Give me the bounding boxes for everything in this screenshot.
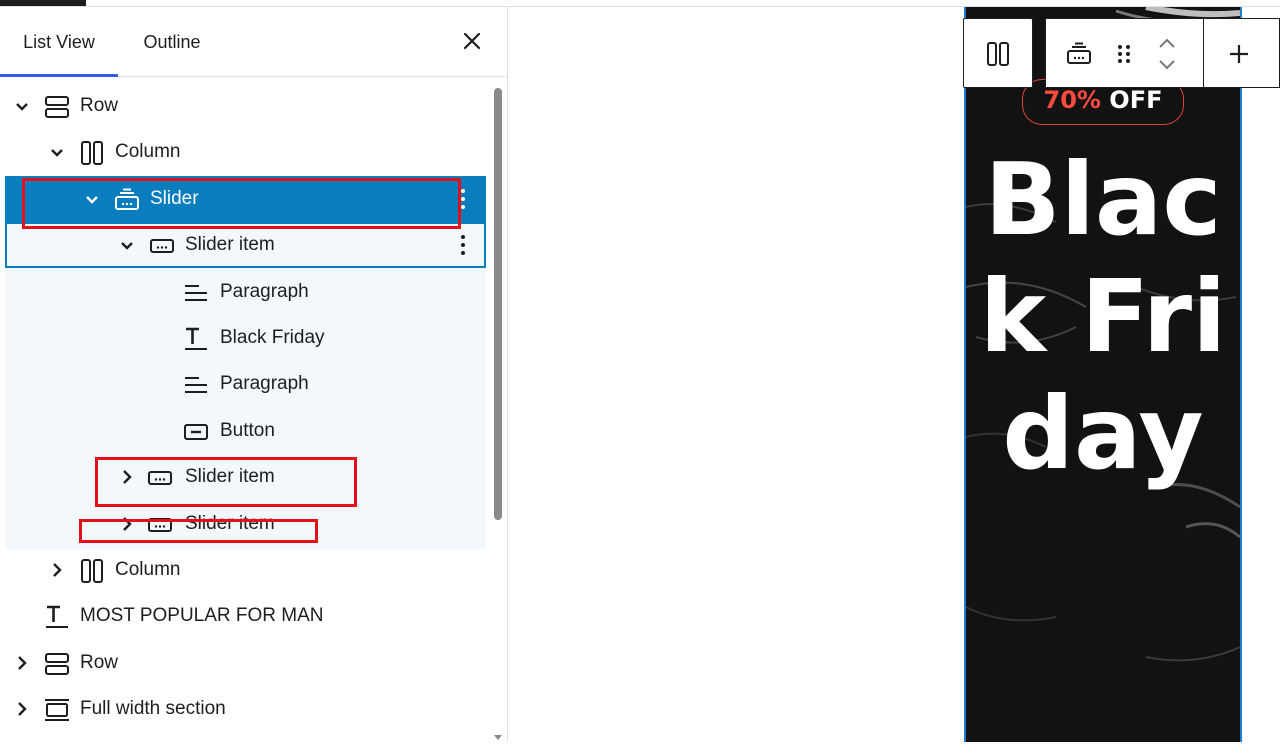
tree-item-label: Paragraph bbox=[220, 281, 309, 302]
more-options-icon[interactable] bbox=[453, 187, 473, 211]
tree-item-label: Black Friday bbox=[220, 327, 325, 348]
paragraph-icon bbox=[183, 280, 209, 306]
tree-item-row[interactable]: Row bbox=[5, 83, 486, 129]
slider-block-preview[interactable]: 70% OFF Black Friday bbox=[964, 7, 1242, 742]
tree-item-slider-item[interactable]: Slider item bbox=[5, 222, 486, 268]
tree-item-label: Slider bbox=[150, 188, 199, 209]
chevron-down-icon[interactable] bbox=[12, 96, 32, 116]
discount-off-label: OFF bbox=[1100, 86, 1163, 114]
tree-item-heading[interactable]: MOST POPULAR FOR MAN bbox=[5, 593, 486, 639]
heading-icon bbox=[44, 604, 70, 630]
panel-tabs: List View Outline bbox=[0, 7, 507, 77]
scrollbar[interactable] bbox=[494, 88, 502, 520]
tree-item-button[interactable]: Button bbox=[5, 408, 486, 454]
block-tree: Row Column Slider Slider item Paragraph bbox=[0, 77, 507, 742]
chevron-right-icon[interactable] bbox=[117, 514, 137, 534]
tree-item-paragraph[interactable]: Paragraph bbox=[5, 269, 486, 315]
full-width-section-icon bbox=[44, 697, 70, 723]
tree-item-label: MOST POPULAR FOR MAN bbox=[80, 605, 324, 626]
slider-item-icon bbox=[147, 465, 173, 491]
toolbar-group-parent bbox=[963, 18, 1033, 88]
tree-item-label: Paragraph bbox=[220, 373, 309, 394]
drag-handle-icon[interactable] bbox=[1114, 41, 1134, 67]
tree-item-label: Full width section bbox=[80, 698, 226, 719]
button-icon bbox=[183, 419, 209, 445]
scroll-down-arrow-icon[interactable] bbox=[493, 729, 503, 740]
toolbar-group-block bbox=[1045, 18, 1205, 88]
slider-icon bbox=[114, 187, 140, 213]
tree-item-label: Row bbox=[80, 652, 119, 673]
chevron-down-icon[interactable] bbox=[117, 235, 137, 255]
tab-list-view[interactable]: List View bbox=[0, 7, 118, 77]
heading-icon bbox=[183, 326, 209, 352]
tree-item-row[interactable]: Row bbox=[5, 640, 486, 686]
slider-item-icon bbox=[147, 512, 173, 538]
slider-icon[interactable] bbox=[1066, 41, 1092, 67]
tree-item-label: Button bbox=[220, 420, 275, 441]
move-down-icon[interactable] bbox=[1156, 57, 1178, 73]
row-icon bbox=[44, 94, 70, 120]
move-up-icon[interactable] bbox=[1156, 35, 1178, 51]
chevron-down-icon[interactable] bbox=[82, 189, 102, 209]
tree-item-label: Column bbox=[115, 559, 181, 580]
column-icon bbox=[79, 140, 105, 166]
tree-item-label: Slider item bbox=[185, 513, 275, 534]
block-toolbar bbox=[963, 18, 1280, 88]
tree-item-label: Column bbox=[115, 141, 181, 162]
slider-item-icon bbox=[149, 233, 175, 259]
chevron-down-icon[interactable] bbox=[47, 142, 67, 162]
paragraph-icon bbox=[183, 372, 209, 398]
tree-item-label: Slider item bbox=[185, 234, 275, 255]
chevron-right-icon[interactable] bbox=[47, 560, 67, 580]
discount-percent: 70% bbox=[1043, 86, 1101, 114]
list-view-panel: List View Outline Row Column Slider Slid… bbox=[0, 7, 508, 742]
row-icon bbox=[44, 651, 70, 677]
tab-outline[interactable]: Outline bbox=[126, 7, 218, 76]
tree-item-slider-item[interactable]: Slider item bbox=[5, 454, 486, 500]
chevron-right-icon[interactable] bbox=[12, 653, 32, 673]
column-icon[interactable] bbox=[985, 41, 1011, 67]
toolbar-group-insert bbox=[1203, 18, 1280, 88]
tree-item-paragraph[interactable]: Paragraph bbox=[5, 361, 486, 407]
tree-item-column[interactable]: Column bbox=[5, 129, 486, 175]
tree-item-label: Row bbox=[80, 95, 119, 116]
chevron-right-icon[interactable] bbox=[117, 467, 137, 487]
chevron-right-icon[interactable] bbox=[12, 699, 32, 719]
hero-heading[interactable]: Black Friday bbox=[966, 141, 1240, 492]
column-icon bbox=[79, 558, 105, 584]
tree-item-label: Slider item bbox=[185, 466, 275, 487]
tree-item-column[interactable]: Column bbox=[5, 547, 486, 593]
tree-item-slider-item[interactable]: Slider item bbox=[5, 501, 486, 547]
tree-item-slider[interactable]: Slider bbox=[5, 176, 486, 222]
close-icon[interactable] bbox=[458, 27, 486, 55]
more-options-icon[interactable] bbox=[453, 233, 473, 257]
tree-item-heading[interactable]: Black Friday bbox=[5, 315, 486, 361]
tree-item-full-width-section[interactable]: Full width section bbox=[5, 686, 486, 732]
add-icon[interactable] bbox=[1226, 41, 1252, 67]
